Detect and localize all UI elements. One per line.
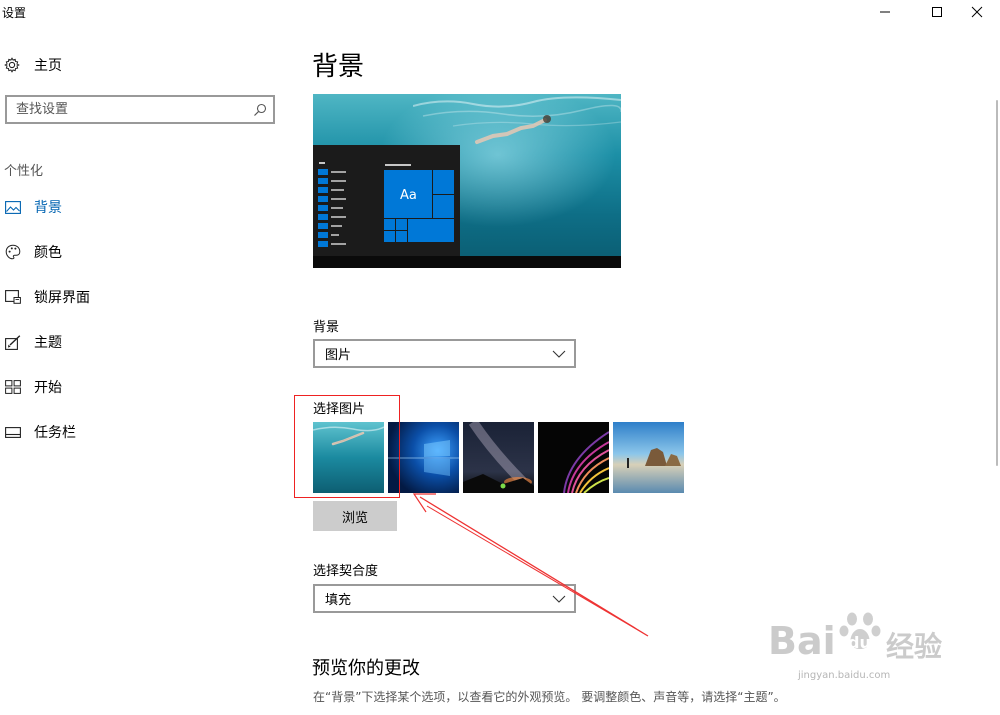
choose-picture-label: 选择图片	[313, 402, 366, 417]
sidebar-item-label: 颜色	[34, 245, 62, 261]
dropdown-value: 填充	[325, 593, 352, 608]
preview-heading: 预览你的更改	[312, 658, 420, 679]
sidebar-item-taskbar[interactable]: 任务栏	[4, 420, 76, 444]
fit-label: 选择契合度	[313, 564, 379, 579]
sidebar-item-label: 锁屏界面	[34, 290, 90, 306]
background-type-label: 背景	[313, 320, 340, 335]
search-icon	[254, 103, 267, 116]
sidebar-item-label: 任务栏	[34, 425, 76, 441]
window-title: 设置	[2, 6, 27, 20]
picture-icon	[4, 200, 21, 214]
background-preview: Aa	[313, 94, 621, 268]
sidebar-item-lockscreen[interactable]: 锁屏界面	[4, 285, 90, 309]
chevron-down-icon	[552, 350, 566, 358]
nav-home[interactable]: 主页	[4, 54, 62, 76]
mock-start-tiles: Aa	[318, 162, 454, 247]
watermark-url: jingyan.baidu.com	[798, 670, 891, 681]
swimmer-silhouette	[475, 115, 551, 144]
close-button[interactable]	[954, 0, 1000, 24]
watermark-brand: Bai	[768, 619, 836, 663]
thumbnail-beach-rocks[interactable]	[613, 422, 684, 493]
start-grid-icon	[4, 380, 21, 394]
sidebar-item-colors[interactable]: 颜色	[4, 240, 62, 264]
page-title: 背景	[312, 52, 365, 82]
minimize-icon	[880, 11, 890, 13]
sidebar-item-themes[interactable]: 主题	[4, 330, 62, 354]
thumbnail-night-sky[interactable]	[463, 422, 534, 493]
thumbnail-light-fibers[interactable]	[538, 422, 609, 493]
taskbar-icon	[4, 426, 21, 438]
thumbnail-windows-hero[interactable]	[388, 422, 459, 493]
fit-dropdown[interactable]: 填充	[313, 584, 576, 613]
theme-brush-icon	[4, 334, 20, 350]
section-personalization: 个性化	[4, 164, 44, 179]
maximize-icon	[932, 7, 942, 17]
thumbnail-underwater[interactable]	[313, 422, 384, 493]
scrollbar[interactable]	[996, 100, 998, 466]
watermark-du: du	[848, 633, 871, 652]
lock-screen-icon	[4, 290, 21, 304]
sidebar-item-label: 开始	[34, 380, 62, 396]
background-type-dropdown[interactable]: 图片	[313, 339, 576, 368]
close-icon	[971, 6, 983, 18]
palette-icon	[5, 244, 20, 260]
nav-home-label: 主页	[34, 58, 62, 74]
preview-description: 在“背景”下选择某个选项，以查看它的外观预览。 要调整颜色、声音等，请选择“主题…	[313, 690, 786, 704]
mock-taskbar	[313, 256, 621, 268]
browse-button[interactable]: 浏览	[313, 501, 397, 531]
gear-icon	[4, 57, 20, 73]
paw-logo-icon	[839, 612, 881, 649]
search-box	[5, 95, 275, 124]
sidebar-item-label: 背景	[34, 200, 62, 216]
chevron-down-icon	[552, 595, 566, 603]
sidebar-item-start[interactable]: 开始	[4, 375, 62, 399]
tile-text: Aa	[400, 188, 417, 203]
dropdown-value: 图片	[325, 348, 352, 363]
search-button[interactable]	[247, 103, 273, 117]
search-input[interactable]	[7, 97, 247, 122]
title-bar: 设置	[0, 0, 1000, 24]
watermark-cn: 经验	[886, 630, 943, 663]
sidebar-item-background[interactable]: 背景	[4, 195, 62, 219]
minimize-button[interactable]	[862, 0, 908, 24]
sidebar-item-label: 主题	[34, 335, 62, 351]
